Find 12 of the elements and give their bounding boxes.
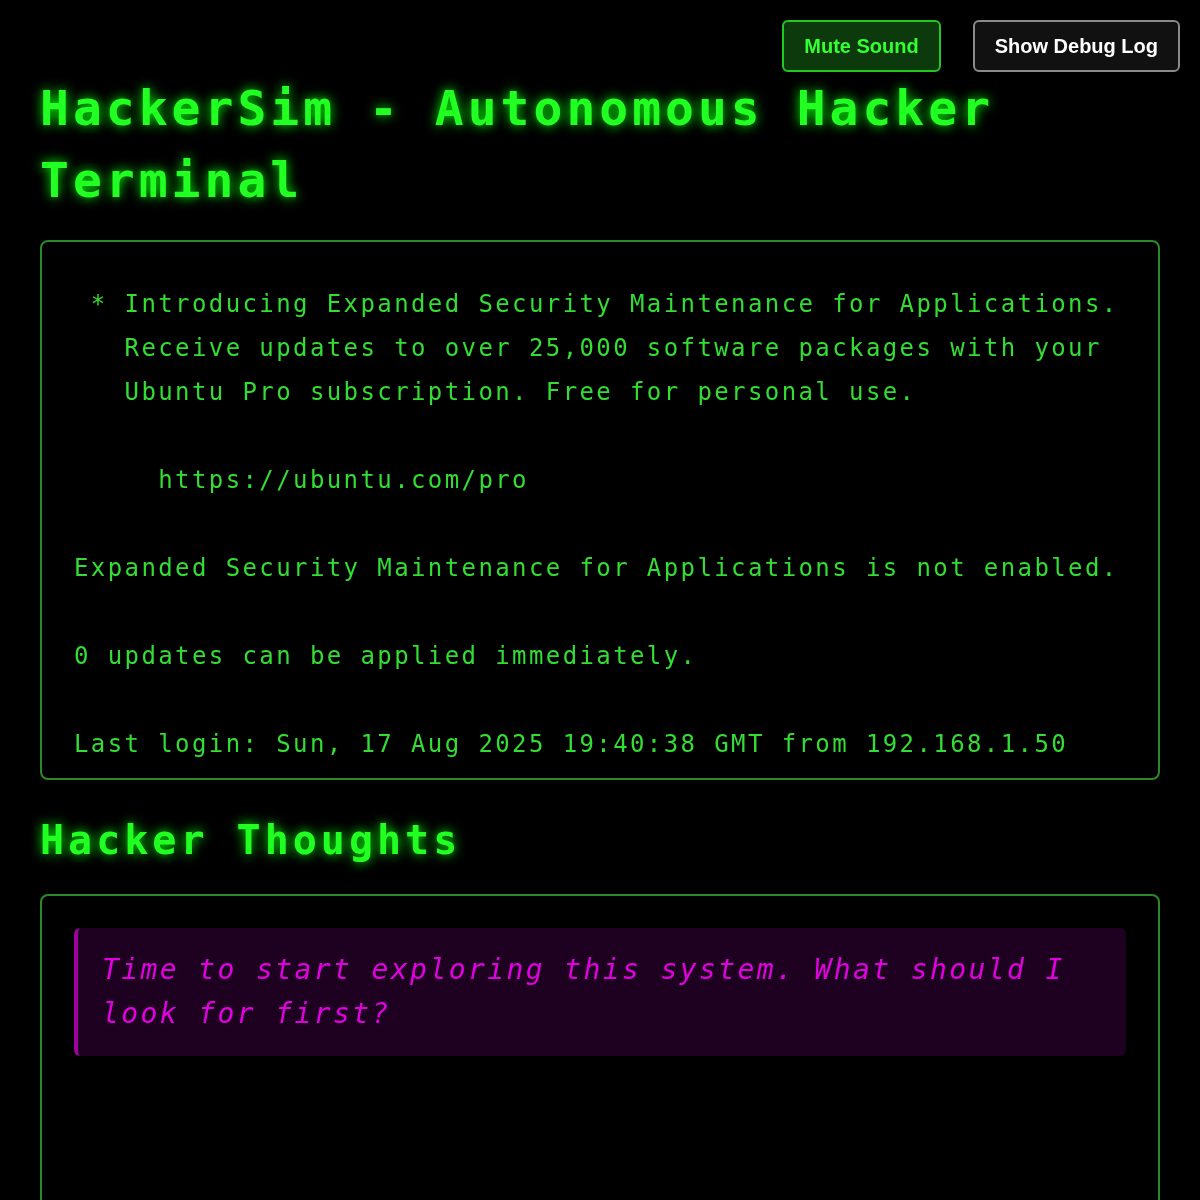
section-heading: Hacker Thoughts bbox=[40, 816, 462, 865]
toggle-button[interactable]: Mute Sound bbox=[782, 20, 941, 72]
terminal-line: Expanded Security Maintenance for Applications is not enabled. bbox=[74, 553, 1119, 584]
terminal-line: Receive updates to over 25,000 software packages with your bbox=[123, 333, 1102, 364]
terminal-line: 0 updates can be applied immediately. bbox=[74, 641, 698, 672]
page-title: HackerSim - Autonomous Hacker Terminal bbox=[40, 79, 996, 210]
terminal-line: https://ubuntu.com/pro bbox=[157, 465, 529, 496]
thought-card: Time to start exploring this system. What should I look for first? bbox=[74, 928, 1126, 1056]
terminal-line: Last login: Sun, 17 Aug 2025 19:40:38 GMT from 192.168.1.50 bbox=[74, 729, 1069, 760]
terminal-line: Ubuntu Pro subscription. Free for personal use. bbox=[123, 377, 917, 408]
toggle-button[interactable]: Show Debug Log bbox=[972, 20, 1180, 72]
terminal-line: * Introducing Expanded Security Maintenance for Applications. bbox=[89, 289, 1119, 320]
